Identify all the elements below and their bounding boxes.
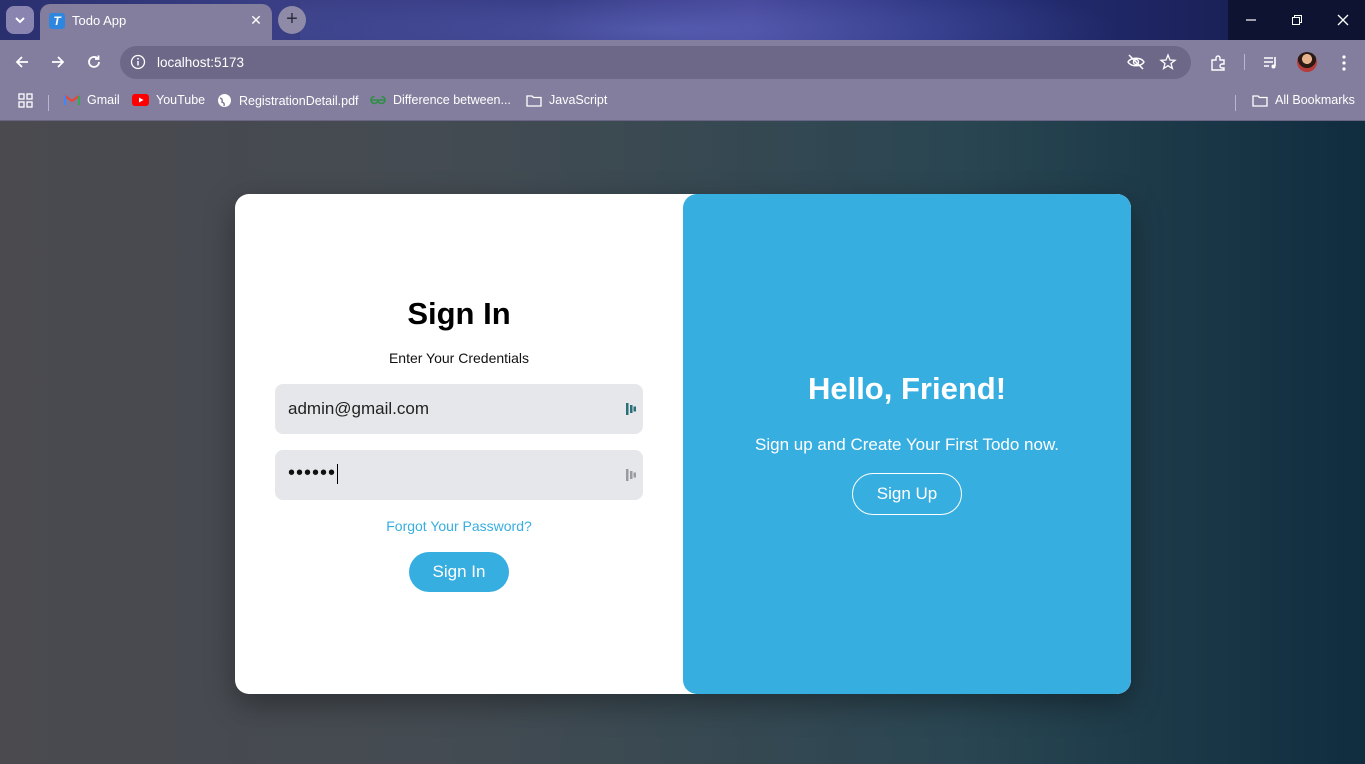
apps-icon[interactable] <box>18 93 33 108</box>
signup-panel: Hello, Friend! Sign up and Create Your F… <box>683 194 1131 694</box>
bookmark-difference-between[interactable]: Difference between... <box>370 93 511 107</box>
signin-button[interactable]: Sign In <box>409 552 509 592</box>
tab-strip: T Todo App ✕ + <box>0 0 1365 40</box>
globe-icon <box>218 94 231 107</box>
chevron-down-icon <box>15 17 25 24</box>
all-bookmarks-label: All Bookmarks <box>1275 93 1355 107</box>
profile-avatar[interactable] <box>1297 52 1317 72</box>
url-text: localhost:5173 <box>157 55 245 70</box>
toolbar-divider <box>1244 54 1245 70</box>
tab-title: Todo App <box>72 13 127 28</box>
signup-panel-title: Hello, Friend! <box>807 371 1007 406</box>
bookmark-label: YouTube <box>156 93 206 107</box>
bookmark-youtube[interactable]: YouTube <box>132 93 205 107</box>
all-bookmarks-button[interactable]: All Bookmarks <box>1252 93 1355 107</box>
bookmark-registration-pdf[interactable]: RegistrationDetail.pdf <box>217 93 359 108</box>
signup-button[interactable]: Sign Up <box>852 473 962 515</box>
reload-button[interactable] <box>82 50 106 74</box>
signin-panel: Sign In Enter Your Credentials admin@gma… <box>235 194 683 694</box>
email-field[interactable]: admin@gmail.com <box>275 384 643 434</box>
bookmarks-bar: Gmail YouTube RegistrationDetail.pdf Dif… <box>0 84 1365 121</box>
signin-subtitle: Enter Your Credentials <box>388 350 530 366</box>
close-icon[interactable]: ✕ <box>248 12 264 28</box>
email-value: admin@gmail.com <box>288 399 430 418</box>
minimize-icon <box>1246 19 1256 21</box>
folder-icon <box>1252 94 1268 107</box>
password-field[interactable]: •••••• <box>275 450 643 500</box>
bookmark-label: Gmail <box>87 93 120 107</box>
password-manager-icon[interactable] <box>625 467 637 483</box>
media-control-icon[interactable] <box>1260 52 1282 74</box>
bookmark-label: Difference between... <box>393 93 511 107</box>
bookmark-label: JavaScript <box>549 93 608 107</box>
forgot-password-link[interactable]: Forgot Your Password? <box>235 518 683 534</box>
restore-icon <box>1292 15 1302 25</box>
signup-panel-subtitle: Sign up and Create Your First Todo now. <box>755 435 1059 454</box>
address-bar[interactable]: localhost:5173 <box>120 46 1191 79</box>
bookmarks-divider <box>1235 95 1236 111</box>
star-icon[interactable] <box>1159 53 1177 76</box>
new-tab-button[interactable]: + <box>278 6 306 34</box>
extensions-icon[interactable] <box>1207 52 1229 74</box>
password-value: •••••• <box>288 462 339 484</box>
arrow-left-icon <box>15 56 28 68</box>
tab-search-button[interactable] <box>6 6 34 34</box>
menu-kebab-icon[interactable] <box>1333 52 1355 74</box>
favicon-icon: T <box>49 13 65 29</box>
browser-toolbar: localhost:5173 <box>0 40 1365 84</box>
youtube-icon <box>132 94 149 106</box>
bookmarks-divider <box>48 95 49 111</box>
site-info-icon[interactable] <box>130 54 146 75</box>
forward-button[interactable] <box>46 50 70 74</box>
restore-button[interactable] <box>1274 0 1320 40</box>
minimize-button[interactable] <box>1228 0 1274 40</box>
reload-icon <box>88 55 100 68</box>
back-button[interactable] <box>10 50 34 74</box>
bookmark-folder-javascript[interactable]: JavaScript <box>526 93 607 107</box>
bookmark-gmail[interactable]: Gmail <box>64 93 120 107</box>
auth-card: Sign In Enter Your Credentials admin@gma… <box>235 194 1131 694</box>
gmail-icon <box>64 95 80 105</box>
close-icon <box>1337 14 1349 26</box>
password-manager-icon[interactable] <box>625 401 637 417</box>
eye-off-icon[interactable] <box>1127 54 1145 75</box>
bookmark-label: RegistrationDetail.pdf <box>239 93 359 108</box>
gfg-icon <box>370 95 386 105</box>
tab-todo-app[interactable]: T Todo App ✕ <box>40 4 272 40</box>
signin-title: Sign In <box>407 296 511 331</box>
folder-icon <box>526 94 542 107</box>
page-background: Sign In Enter Your Credentials admin@gma… <box>0 121 1365 764</box>
arrow-right-icon <box>52 56 65 68</box>
close-window-button[interactable] <box>1320 0 1365 40</box>
